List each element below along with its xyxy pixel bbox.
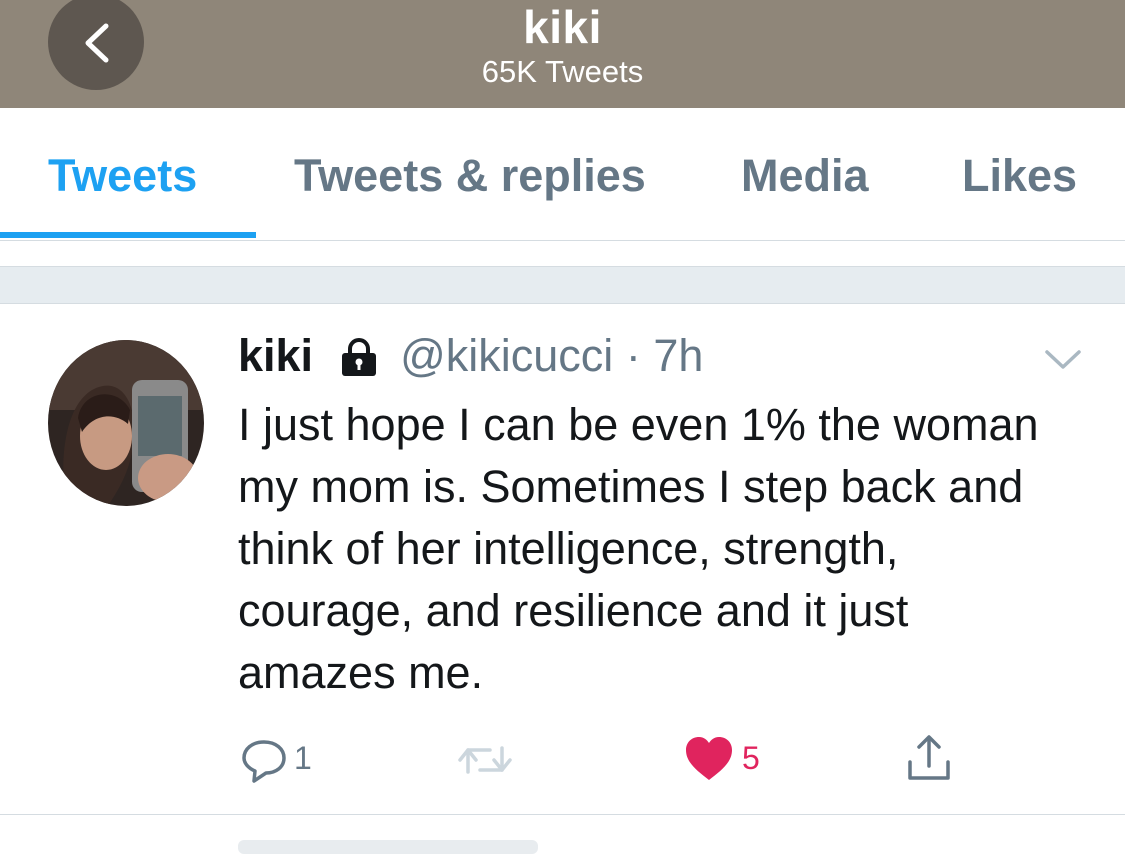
tab-likes[interactable]: Likes [962, 150, 1077, 202]
avatar-photo [48, 340, 204, 506]
share-icon [908, 735, 950, 780]
tab-tweets-replies[interactable]: Tweets & replies [294, 150, 646, 202]
next-tweet-peek [238, 840, 538, 854]
tweet-timestamp[interactable]: 7h [653, 330, 703, 381]
like-button[interactable] [684, 736, 734, 787]
tweet-author-handle[interactable]: @kikicucci [400, 330, 613, 381]
reply-button[interactable] [240, 736, 288, 789]
avatar[interactable] [48, 340, 204, 506]
chevron-down-icon[interactable] [1044, 348, 1082, 372]
share-button[interactable] [904, 734, 954, 789]
reply-count: 1 [294, 740, 312, 776]
header-separator: · [625, 330, 641, 381]
profile-header: kiki 65K Tweets [0, 0, 1125, 108]
heart-icon [686, 737, 732, 780]
active-tab-indicator [0, 232, 256, 238]
profile-tabs: Tweets Tweets & replies Media Likes [0, 108, 1125, 241]
reply-icon [242, 740, 286, 783]
tweet-text: I just hope I can be even 1% the woman m… [238, 399, 1039, 698]
retweet-button[interactable] [456, 738, 514, 787]
like-count: 5 [742, 740, 760, 776]
lock-icon [341, 338, 376, 376]
tweet-divider [0, 814, 1125, 815]
header-title: kiki [523, 1, 602, 53]
tab-tweets[interactable]: Tweets [48, 150, 197, 202]
retweet-icon [458, 746, 512, 774]
tweet-author-name[interactable]: kiki [238, 330, 313, 381]
tab-media[interactable]: Media [741, 150, 869, 202]
tweet-header: kiki @kikicucci · 7h [238, 330, 703, 382]
section-divider [0, 266, 1125, 304]
header-tweet-count: 65K Tweets [481, 54, 644, 89]
tweet-actions: 1 5 [0, 730, 1125, 790]
